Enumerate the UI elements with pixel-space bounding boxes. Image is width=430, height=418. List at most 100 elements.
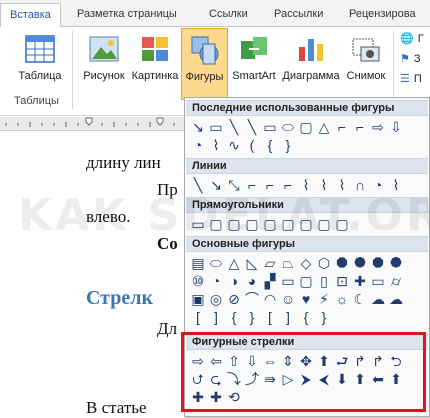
shape-item[interactable]: ▢: [261, 215, 279, 233]
shape-item[interactable]: ▭: [189, 215, 207, 233]
shapes-button[interactable]: Фигуры: [181, 28, 228, 100]
shape-item[interactable]: △: [225, 254, 243, 272]
shape-item[interactable]: ⬆: [351, 370, 369, 388]
shape-item[interactable]: ⌐: [243, 176, 261, 194]
shape-item[interactable]: ⌇: [387, 176, 405, 194]
shape-item[interactable]: ⌒: [243, 290, 261, 308]
shape-item[interactable]: ⤡: [225, 176, 243, 194]
shape-item[interactable]: ╲: [225, 118, 243, 136]
shape-item[interactable]: ⬡: [315, 254, 333, 272]
shape-item[interactable]: ⯄: [351, 254, 369, 272]
shape-item[interactable]: ◔: [189, 136, 207, 154]
shape-item[interactable]: ▯: [315, 272, 333, 290]
shape-item[interactable]: ⮎: [207, 370, 225, 388]
screenshot-button[interactable]: Снимок: [342, 31, 390, 82]
shape-item[interactable]: ]: [279, 308, 297, 326]
shape-item[interactable]: ↘: [207, 176, 225, 194]
shape-item[interactable]: ⚡: [315, 290, 333, 308]
shape-item[interactable]: ▢: [333, 215, 351, 233]
shape-item[interactable]: ▱: [261, 254, 279, 272]
shape-item[interactable]: ▢: [243, 215, 261, 233]
shape-item[interactable]: ▢: [279, 215, 297, 233]
shape-item[interactable]: {: [225, 308, 243, 326]
shape-item[interactable]: ▤: [189, 254, 207, 272]
bookmark-button[interactable]: ⚑ З: [400, 49, 424, 69]
shape-item[interactable]: ⇨: [369, 118, 387, 136]
shape-item[interactable]: ⬭: [207, 254, 225, 272]
hyperlink-button[interactable]: 🌐 Г: [400, 29, 424, 49]
shape-item[interactable]: ⬅: [369, 370, 387, 388]
shape-item[interactable]: ╲: [189, 176, 207, 194]
tab-insert[interactable]: Вставка: [0, 3, 61, 28]
shape-item[interactable]: ⇨: [189, 352, 207, 370]
shape-item[interactable]: ♥: [297, 290, 315, 308]
shape-item[interactable]: ⌇: [315, 176, 333, 194]
shape-item[interactable]: ╲: [243, 118, 261, 136]
shape-item[interactable]: ⌐: [261, 176, 279, 194]
shape-item[interactable]: ✚: [351, 272, 369, 290]
shape-item[interactable]: ▭: [369, 272, 387, 290]
shape-item[interactable]: ▢: [297, 272, 315, 290]
shape-item[interactable]: ⯄: [387, 254, 405, 272]
shape-item[interactable]: ⇛: [261, 370, 279, 388]
shape-item[interactable]: ⏢: [279, 254, 297, 272]
shape-item[interactable]: ∩: [351, 176, 369, 194]
shape-item[interactable]: ⬇: [333, 370, 351, 388]
shape-item[interactable]: ▭: [261, 118, 279, 136]
tab-mailings[interactable]: Рассылки: [265, 3, 332, 27]
shape-item[interactable]: [: [261, 308, 279, 326]
shape-item[interactable]: ⌇: [333, 176, 351, 194]
shape-item[interactable]: ▢: [297, 215, 315, 233]
shape-item[interactable]: ☁: [369, 290, 387, 308]
shape-item[interactable]: ⮌: [387, 352, 405, 370]
shape-item[interactable]: [: [189, 308, 207, 326]
shape-item[interactable]: ⌇: [207, 136, 225, 154]
shape-item[interactable]: ↘: [189, 118, 207, 136]
shape-item[interactable]: ⯃: [369, 254, 387, 272]
shape-item[interactable]: ◔: [369, 176, 387, 194]
shape-item[interactable]: ⇧: [225, 352, 243, 370]
shape-item[interactable]: ⇕: [279, 352, 297, 370]
shape-item[interactable]: ◔: [207, 272, 225, 290]
shape-item[interactable]: ✚: [189, 388, 207, 406]
shape-item[interactable]: ⤴: [243, 370, 261, 388]
shape-item[interactable]: ⯃: [333, 254, 351, 272]
shape-item[interactable]: }: [243, 308, 261, 326]
shape-item[interactable]: ⮐: [333, 352, 351, 370]
shape-item[interactable]: ◎: [207, 290, 225, 308]
shape-item[interactable]: ]: [207, 308, 225, 326]
shape-item[interactable]: ⬆: [315, 352, 333, 370]
shape-item[interactable]: ⟲: [225, 388, 243, 406]
shape-item[interactable]: ▷: [279, 370, 297, 388]
shape-item[interactable]: ✚: [207, 388, 225, 406]
shape-item[interactable]: ◇: [297, 254, 315, 272]
shape-item[interactable]: ✥: [297, 352, 315, 370]
shape-item[interactable]: ⮞: [297, 370, 315, 388]
shape-item[interactable]: ∿: [225, 136, 243, 154]
document-page[interactable]: длину лин Пр влево. Со Стрелк Дл В стать…: [0, 131, 185, 417]
shape-item[interactable]: ◑: [225, 272, 243, 290]
shape-item[interactable]: ▢: [207, 215, 225, 233]
picture-button[interactable]: Рисунок: [78, 31, 130, 82]
shape-item[interactable]: ◠: [261, 290, 279, 308]
shape-item[interactable]: ⇩: [387, 118, 405, 136]
shape-item[interactable]: ⮜: [315, 370, 333, 388]
shape-item[interactable]: ☾: [351, 290, 369, 308]
tab-references[interactable]: Ссылки: [200, 3, 257, 27]
shape-item[interactable]: ⌭: [387, 272, 405, 290]
shape-item[interactable]: ↱: [351, 352, 369, 370]
shape-item[interactable]: ▢: [225, 215, 243, 233]
shape-item[interactable]: ◺: [243, 254, 261, 272]
shape-item[interactable]: ⌐: [279, 176, 297, 194]
shape-item[interactable]: ⇔: [261, 352, 279, 370]
shape-item[interactable]: ⇦: [207, 352, 225, 370]
tab-page-layout[interactable]: Разметка страницы: [68, 3, 186, 27]
tab-review[interactable]: Рецензирова: [340, 3, 425, 27]
shape-item[interactable]: }: [279, 136, 297, 154]
shape-item[interactable]: △: [315, 118, 333, 136]
table-button[interactable]: Таблица: [10, 31, 70, 82]
chart-button[interactable]: Диаграмма: [280, 31, 342, 82]
shape-item[interactable]: ↱: [369, 352, 387, 370]
shape-item[interactable]: ⊘: [225, 290, 243, 308]
shape-item[interactable]: ⬭: [279, 118, 297, 136]
